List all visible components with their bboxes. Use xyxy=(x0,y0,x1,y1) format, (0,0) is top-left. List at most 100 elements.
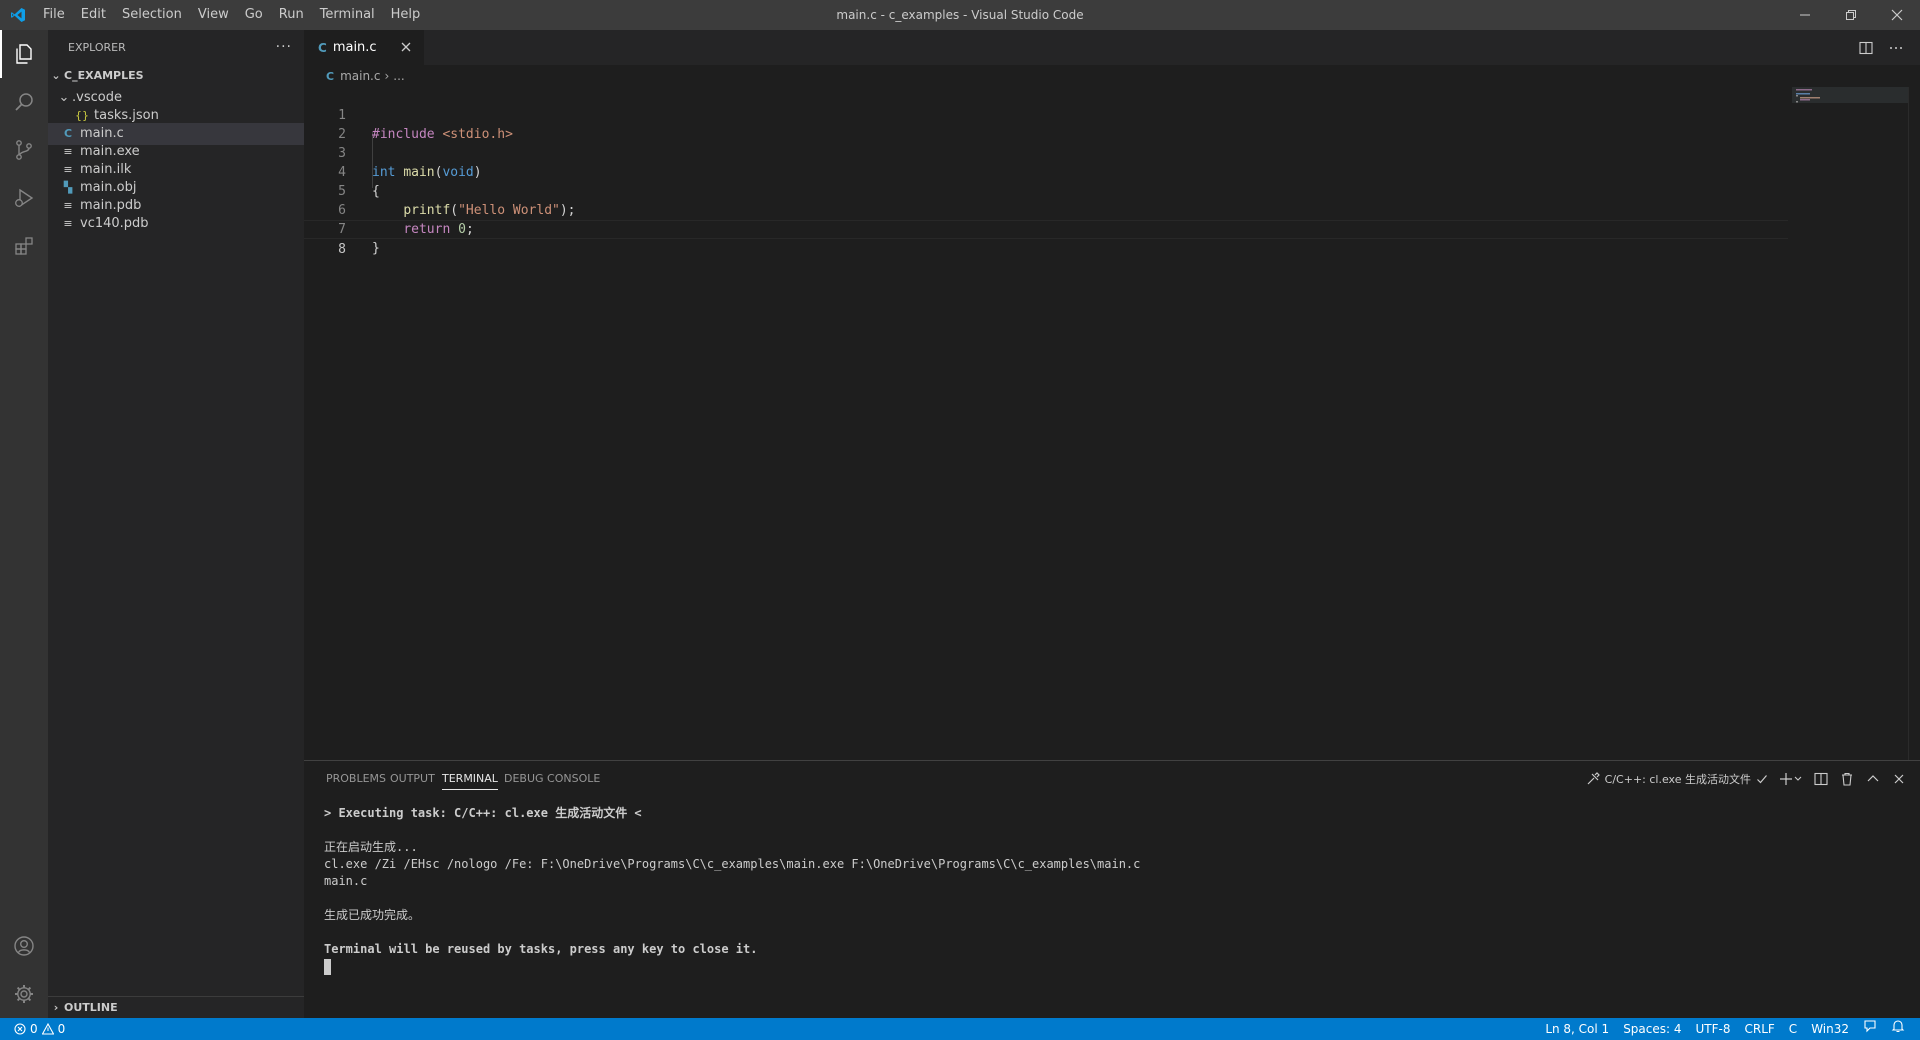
tab-label: main.c xyxy=(332,40,377,55)
close-tab-button[interactable] xyxy=(398,39,414,55)
chevron-right-icon: › xyxy=(53,1001,59,1014)
activity-source-control[interactable] xyxy=(0,126,48,174)
panel-actions: C/C++: cl.exe 生成活动文件 xyxy=(1586,761,1906,796)
maximize-panel-icon[interactable] xyxy=(1866,772,1880,786)
menu-file[interactable]: File xyxy=(35,0,73,30)
terminal-task-label: C/C++: cl.exe 生成活动文件 xyxy=(1604,772,1751,786)
bell-icon xyxy=(1891,1020,1905,1033)
tab-debug-console[interactable]: DEBUG CONSOLE xyxy=(504,761,600,796)
activity-extensions[interactable] xyxy=(0,222,48,270)
terminal-selector[interactable]: C/C++: cl.exe 生成活动文件 xyxy=(1586,771,1768,787)
code-editor[interactable]: 1 #include <stdio.h> 2 3 int main(void) … xyxy=(304,87,1908,760)
tree-item-label: vc140.pdb xyxy=(80,216,149,231)
breadcrumb-file[interactable]: main.c xyxy=(340,69,380,83)
menu-edit[interactable]: Edit xyxy=(73,0,114,30)
terminal-output[interactable]: > Executing task: C/C++: cl.exe 生成活动文件 <… xyxy=(324,805,1904,975)
tree-item-vc140-pdb[interactable]: ≡ vc140.pdb xyxy=(48,213,304,235)
workspace-folder-label: C_EXAMPLES xyxy=(64,69,144,82)
workspace-folder-header[interactable]: ⌄ C_EXAMPLES xyxy=(48,65,304,87)
platform-status[interactable]: Win32 xyxy=(1804,1018,1856,1040)
feedback-icon xyxy=(1864,1020,1876,1033)
minimap-preview xyxy=(1792,87,1908,103)
menu-go[interactable]: Go xyxy=(237,0,271,30)
outline-section-header[interactable]: › OUTLINE xyxy=(48,996,304,1018)
editor-actions xyxy=(1858,30,1904,65)
breadcrumb-separator: › xyxy=(384,69,390,83)
outline-label: OUTLINE xyxy=(64,1001,118,1014)
menu-help[interactable]: Help xyxy=(383,0,429,30)
vscode-logo-icon xyxy=(0,0,35,30)
problems-status[interactable]: 0 0 xyxy=(0,1022,65,1036)
more-actions-button[interactable]: ··· xyxy=(276,30,292,65)
tab-problems[interactable]: PROBLEMS xyxy=(326,761,386,796)
cursor-position[interactable]: Ln 8, Col 1 xyxy=(1538,1018,1616,1040)
terminal-line: cl.exe /Zi /EHsc /nologo /Fe: F:\OneDriv… xyxy=(324,857,1141,871)
account-icon xyxy=(14,936,34,956)
source-control-icon xyxy=(16,140,32,160)
menu-view[interactable]: View xyxy=(190,0,237,30)
terminal-line: main.c xyxy=(324,874,368,888)
notifications-button[interactable] xyxy=(1884,1018,1912,1040)
indentation-status[interactable]: Spaces: 4 xyxy=(1616,1018,1688,1040)
terminal-line: Terminal will be reused by tasks, press … xyxy=(324,942,758,956)
code-line: 7 } xyxy=(304,201,1788,256)
terminal-cursor xyxy=(324,958,331,975)
menu-selection[interactable]: Selection xyxy=(114,0,190,30)
bottom-panel: PROBLEMS OUTPUT TERMINAL DEBUG CONSOLE C… xyxy=(304,760,1920,1018)
menu-terminal[interactable]: Terminal xyxy=(312,0,383,30)
editor-tabs-bar: C main.c xyxy=(304,30,1920,65)
restore-button[interactable] xyxy=(1828,0,1874,30)
menu-bar: File Edit Selection View Go Run Terminal… xyxy=(35,0,428,30)
close-window-button[interactable] xyxy=(1874,0,1920,30)
explorer-title: EXPLORER xyxy=(68,41,126,54)
tab-output[interactable]: OUTPUT xyxy=(390,761,435,796)
tree-item-label: main.c xyxy=(80,126,124,141)
c-file-icon: C xyxy=(318,40,327,55)
feedback-button[interactable] xyxy=(1856,1018,1884,1040)
line-number: 8 xyxy=(338,242,346,257)
terminal-line: 生成已成功完成。 xyxy=(324,908,421,922)
eol-status[interactable]: CRLF xyxy=(1737,1018,1781,1040)
more-actions-icon[interactable] xyxy=(1888,40,1904,56)
explorer-sidebar: EXPLORER ··· ⌄ C_EXAMPLES ⌄ .vscode {} task… xyxy=(48,30,304,1018)
tab-main-c[interactable]: C main.c xyxy=(304,30,424,65)
activity-accounts[interactable] xyxy=(0,922,48,970)
warning-icon xyxy=(41,1023,54,1035)
activity-explorer[interactable] xyxy=(0,30,48,78)
file-lines-icon: ≡ xyxy=(63,217,73,230)
terminal-line: > Executing task: C/C++: cl.exe 生成活动文件 < xyxy=(324,806,642,820)
code-line: 4 { xyxy=(304,144,1788,199)
breadcrumb: C main.c › ... xyxy=(304,65,1920,87)
minimap[interactable] xyxy=(1792,87,1908,760)
close-panel-icon[interactable] xyxy=(1892,772,1906,786)
activity-manage[interactable] xyxy=(0,970,48,1018)
code-line: 1 #include <stdio.h> xyxy=(304,87,1788,142)
terminal-line: 正在启动生成... xyxy=(324,840,418,854)
extensions-icon xyxy=(15,237,33,255)
tools-icon xyxy=(1587,771,1600,784)
search-icon xyxy=(15,93,33,111)
activity-run-debug[interactable] xyxy=(0,174,48,222)
activity-search[interactable] xyxy=(0,78,48,126)
close-icon xyxy=(401,42,411,52)
minimize-button[interactable] xyxy=(1782,0,1828,30)
check-icon xyxy=(1757,774,1767,783)
language-mode[interactable]: C xyxy=(1782,1018,1804,1040)
run-debug-icon xyxy=(15,188,34,208)
split-editor-icon[interactable] xyxy=(1858,40,1874,56)
trash-icon[interactable] xyxy=(1840,772,1854,786)
editor-scrollbar[interactable] xyxy=(1908,87,1920,760)
breadcrumb-symbol[interactable]: ... xyxy=(393,69,404,83)
split-terminal-icon[interactable] xyxy=(1814,772,1828,786)
status-bar-right: Ln 8, Col 1 Spaces: 4 UTF-8 CRLF C Win32 xyxy=(1538,1018,1912,1040)
active-indicator xyxy=(0,30,2,78)
token-brace: } xyxy=(372,241,380,256)
error-icon xyxy=(14,1023,26,1035)
menu-run[interactable]: Run xyxy=(271,0,312,30)
new-terminal-icon[interactable] xyxy=(1780,772,1802,786)
activity-bar xyxy=(0,30,48,1018)
tab-terminal[interactable]: TERMINAL xyxy=(442,761,498,796)
encoding-status[interactable]: UTF-8 xyxy=(1689,1018,1738,1040)
